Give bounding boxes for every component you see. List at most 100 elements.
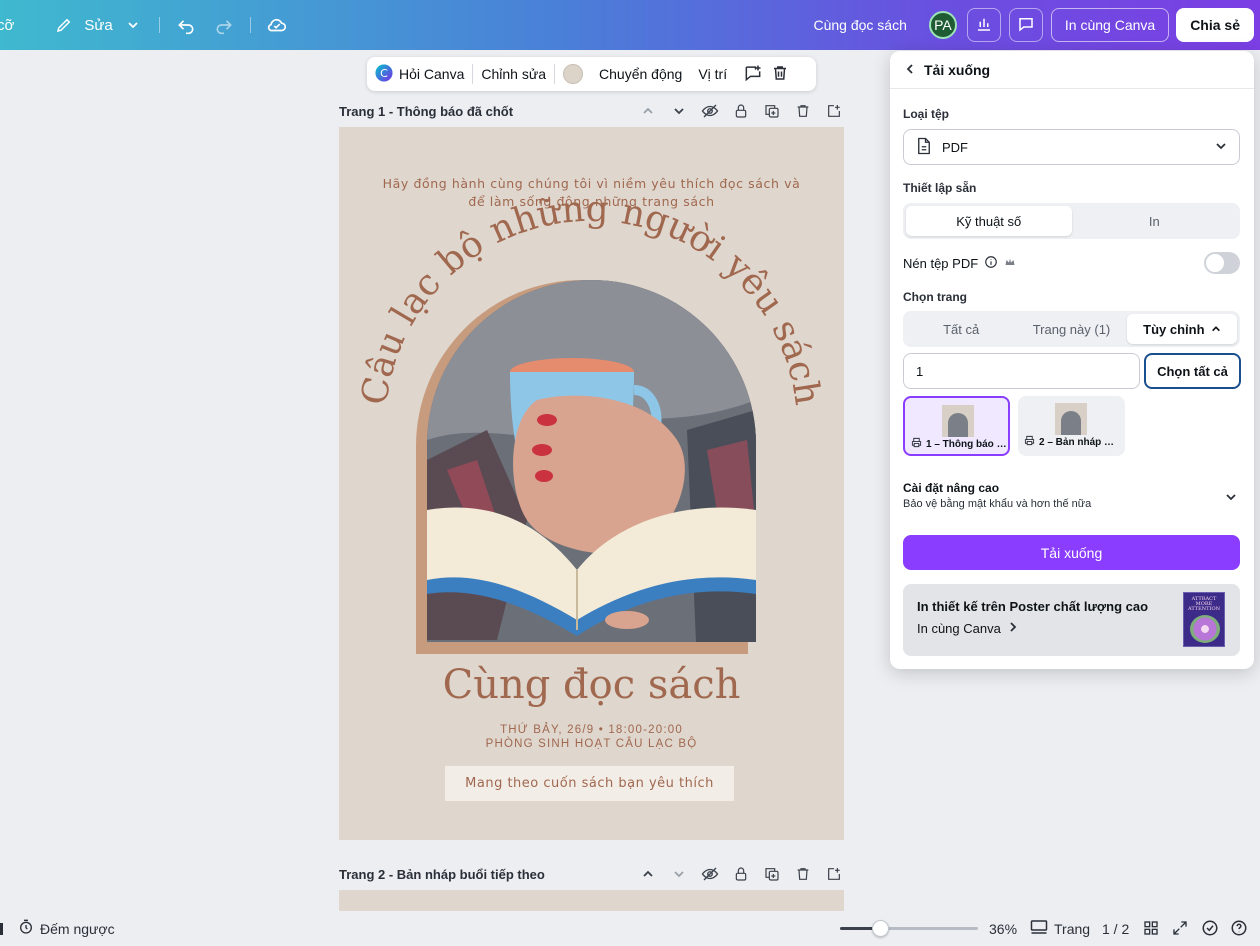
resize-menu-truncated[interactable]: cỡ [0,17,14,34]
edit-menu-button[interactable]: Sửa [52,13,144,37]
grid-view-icon[interactable] [1143,920,1159,939]
divider [158,17,160,33]
page-header: Trang 2 - Bản nháp buổi tiếp theo [339,863,844,885]
add-page-icon[interactable] [824,101,844,121]
share-button[interactable]: Chia sẻ [1176,8,1254,42]
chevron-down-icon [121,13,145,37]
help-icon[interactable] [1230,919,1248,940]
chevron-down-icon[interactable] [669,864,689,884]
delete-button[interactable] [771,57,797,91]
page-range-all[interactable]: Tất cả [906,314,1016,344]
reading-photo[interactable] [427,280,756,642]
bring-book-banner[interactable]: Mang theo cuốn sách bạn yêu thích [445,766,734,801]
lock-icon[interactable] [731,101,751,121]
hide-page-icon[interactable] [700,864,720,884]
background-color-button[interactable] [555,57,591,91]
event-title[interactable]: Cùng đọc sách [339,662,844,708]
chevron-down-icon [1225,490,1237,506]
pages-select-label: Chọn trang [903,290,967,304]
document-icon [916,137,932,158]
zoom-slider-thumb[interactable] [871,920,889,937]
poster-thumbnail: ATTRACT MORE ATTENTION [1183,592,1225,647]
zoom-slider[interactable] [840,920,978,937]
file-type-value: PDF [942,139,968,155]
chevron-up-icon[interactable] [638,864,658,884]
hide-page-icon[interactable] [700,101,720,121]
zoom-level[interactable]: 36% [989,921,1017,937]
add-comment-button[interactable] [735,57,771,91]
pencil-icon [52,13,76,37]
info-icon[interactable] [984,255,998,272]
cloud-saved-icon[interactable] [265,13,289,37]
timer-button[interactable]: Đếm ngược [18,919,115,938]
add-page-icon[interactable] [824,864,844,884]
crown-icon [1004,256,1016,271]
insights-button[interactable] [966,8,1001,42]
check-circle-icon[interactable] [1201,919,1219,940]
lock-icon[interactable] [731,864,751,884]
promo-link[interactable]: In cùng Canva [917,621,1019,636]
page-counter: 1 / 2 [1102,920,1130,937]
page-header: Trang 1 - Thông báo đã chốt [339,100,844,122]
page-thumbnail-image [1055,403,1087,435]
poster-text: ATTRACT MORE ATTENTION [1188,596,1220,612]
page-title[interactable]: Trang 2 - Bản nháp buổi tiếp theo [339,867,545,882]
advanced-settings-title: Cài đặt nâng cao [903,481,1000,495]
timer-label: Đếm ngược [40,920,115,937]
motion-label: Chuyển động [599,66,683,82]
design-page-2[interactable] [339,890,844,911]
edit-button[interactable]: Chỉnh sửa [473,57,554,91]
comments-button[interactable] [1008,8,1043,42]
trash-icon[interactable] [793,864,813,884]
download-button[interactable]: Tải xuống [903,535,1240,570]
context-toolbar: C Hỏi Canva Chỉnh sửa Chuyển động Vị trí [367,57,816,91]
pages-view-button[interactable]: Trang [1030,919,1090,938]
promo-title: In thiết kế trên Poster chất lượng cao [917,599,1149,614]
canva-logo-icon: C [375,64,393,85]
page-thumbnail-caption: 2 – Bản nháp buổi tiếp theo [1024,435,1120,449]
document-title[interactable]: Cùng đọc sách [813,17,906,33]
download-panel: Tải xuống Loại tệp PDF Thiết lập sẵn Kỹ … [890,51,1254,669]
preset-digital[interactable]: Kỹ thuật số [906,206,1072,236]
position-label: Vị trí [698,66,728,82]
event-details[interactable]: THỨ BẢY, 26/9 • 18:00-20:00 PHÒNG SINH H… [339,723,844,751]
page-thumbnail-2[interactable]: 2 – Bản nháp buổi tiếp theo [1018,396,1125,456]
avatar[interactable]: PA [928,11,957,39]
motion-button[interactable]: Chuyển động [591,57,690,91]
preset-print[interactable]: In [1072,206,1238,236]
top-bar-left: cỡ Sửa [0,0,289,50]
bar-chart-icon [975,15,993,36]
duplicate-icon[interactable] [762,864,782,884]
promo-link-label: In cùng Canva [917,621,1001,636]
page-range-input[interactable]: 1 [903,353,1140,389]
page-range-custom[interactable]: Tùy chỉnh [1126,314,1237,344]
trash-icon[interactable] [793,101,813,121]
ask-canva-label: Hỏi Canva [399,66,465,82]
select-all-button[interactable]: Chọn tất cả [1144,353,1241,389]
compress-pdf-toggle[interactable] [1204,252,1240,274]
advanced-settings-row[interactable]: Cài đặt nâng cao Bảo vệ bằng mật khẩu và… [903,481,1240,510]
page-actions [638,101,844,121]
print-promo-card[interactable]: In thiết kế trên Poster chất lượng cao I… [903,584,1240,656]
comment-add-icon [743,63,763,86]
undo-icon[interactable] [174,13,198,37]
poster-flower-graphic [1190,615,1220,643]
chevron-down-icon[interactable] [669,101,689,121]
print-with-canva-button[interactable]: In cùng Canva [1050,8,1170,42]
file-type-select[interactable]: PDF [903,129,1240,165]
panel-header: Tải xuống [890,51,1254,89]
page-range-custom-label: Tùy chỉnh [1143,321,1205,337]
position-button[interactable]: Vị trí [690,57,735,91]
chevron-up-icon[interactable] [638,101,658,121]
ask-canva-button[interactable]: C Hỏi Canva [367,57,472,91]
design-page-1[interactable]: Hãy đồng hành cùng chúng tôi vì niềm yêu… [339,127,844,840]
back-chevron-icon[interactable] [904,62,916,78]
notes-edge-icon[interactable] [0,922,3,935]
fullscreen-icon[interactable] [1172,920,1188,939]
page-range-current[interactable]: Trang này (1) [1016,314,1126,344]
page-title[interactable]: Trang 1 - Thông báo đã chốt [339,104,513,119]
pages-icon [1030,919,1048,938]
duplicate-icon[interactable] [762,101,782,121]
redo-icon[interactable] [212,13,236,37]
page-thumbnail-1[interactable]: 1 – Thông báo đã chốt [903,396,1010,456]
